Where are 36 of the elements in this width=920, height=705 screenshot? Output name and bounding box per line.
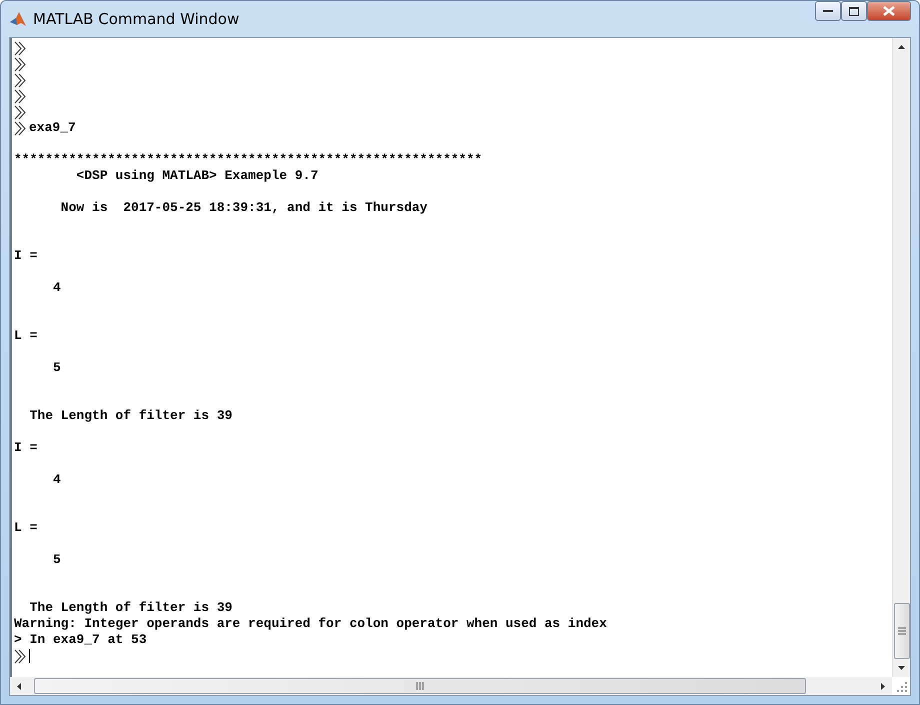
output-text: Now is 2017-05-25 18:39:31, and it is Thursday [60,200,428,216]
output-text: The Length of filter is 39 [28,600,232,616]
horizontal-scrollbar[interactable] [10,677,892,695]
prompt-icon [14,88,26,104]
text-cursor [29,649,30,663]
maximize-icon [849,6,859,16]
output-text: 4 [52,280,61,296]
window-title: MATLAB Command Window [33,10,240,28]
output-text: L = [14,520,38,536]
scroll-thumb[interactable] [894,603,910,659]
scroll-thumb[interactable] [34,678,806,694]
minimize-button[interactable] [815,1,841,21]
matlab-logo-icon [9,10,27,28]
prompt-icon [14,104,26,120]
output-text: I = [14,248,38,264]
output-text: 4 [52,472,61,488]
output-text: L = [14,328,38,344]
maximize-button[interactable] [841,1,867,21]
prompt-icon [14,56,26,72]
vertical-scrollbar[interactable] [892,38,910,677]
output-text: ************************************************************ [14,152,482,168]
output-text: <DSP using MATLAB> Exameple 9.7 [75,168,318,184]
prompt-icon [14,120,26,136]
output-text: The Length of filter is 39 [28,408,232,424]
output-text: I = [14,440,38,456]
prompt-icon [14,40,26,56]
output-text: > In exa9_7 at 53 [14,632,147,648]
prompt-icon [14,648,26,664]
output-text: Warning: Integer operands are required for colon operator when used as index [14,616,607,632]
output-text: 5 [52,552,61,568]
prompt-icon [14,72,26,88]
command-text: exa9_7 [29,120,76,136]
close-button[interactable] [867,1,911,21]
minimize-icon [823,9,833,13]
output-text: 5 [52,360,61,376]
close-icon [883,6,895,16]
